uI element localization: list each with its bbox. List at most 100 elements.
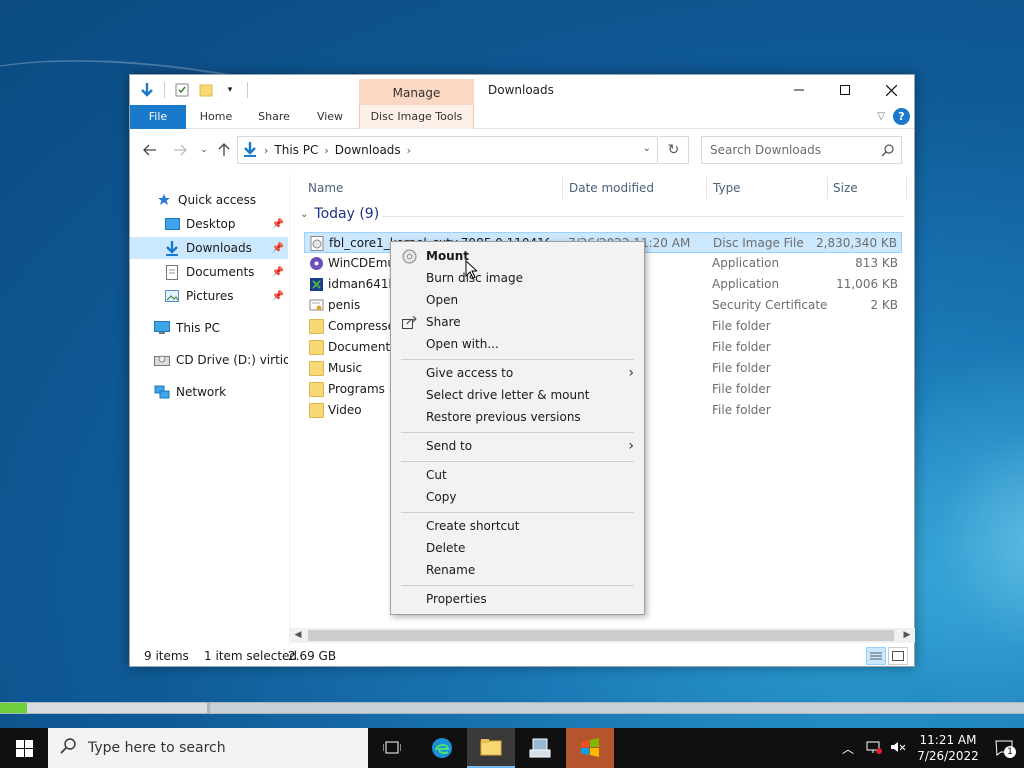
- menu-item-properties[interactable]: Properties: [393, 588, 642, 610]
- desktop-icon: [164, 216, 180, 232]
- menu-item-rename[interactable]: Rename: [393, 559, 642, 581]
- server-manager-icon[interactable]: [516, 728, 564, 768]
- menu-label: Cut: [426, 468, 447, 482]
- customize-qat-icon[interactable]: ▾: [221, 81, 239, 99]
- nav-label: CD Drive (D:) virtio-w: [176, 353, 288, 367]
- tab-share[interactable]: Share: [248, 105, 300, 129]
- edge-browser-icon[interactable]: [418, 728, 466, 768]
- scroll-right-icon[interactable]: ▶: [899, 628, 915, 643]
- down-arrow-icon[interactable]: [138, 81, 156, 99]
- column-type[interactable]: Type: [713, 176, 741, 200]
- menu-item-restore-previous-versions[interactable]: Restore previous versions: [393, 406, 642, 428]
- status-selected: 1 item selected: [204, 649, 298, 663]
- address-bar[interactable]: › This PC › Downloads › ⌄: [237, 136, 658, 164]
- nav-quick-access[interactable]: Quick access: [130, 189, 288, 211]
- file-size: 2,830,340 KB: [816, 236, 897, 250]
- show-hidden-icons-icon[interactable]: ︿: [842, 740, 854, 757]
- pin-icon: 📌: [271, 218, 284, 230]
- nav-pictures[interactable]: Pictures 📌: [130, 285, 288, 307]
- menu-item-create-shortcut[interactable]: Create shortcut: [393, 515, 642, 537]
- scrollbar-thumb[interactable]: [308, 630, 894, 641]
- search-input[interactable]: Search Downloads: [701, 136, 902, 164]
- installer-icon: [309, 277, 324, 292]
- properties-icon[interactable]: [173, 81, 191, 99]
- close-button[interactable]: [868, 75, 914, 105]
- tab-view[interactable]: View: [306, 105, 354, 129]
- taskbar-search-placeholder: Type here to search: [88, 740, 226, 756]
- tab-disc-image-tools[interactable]: Disc Image Tools: [359, 105, 474, 129]
- help-icon[interactable]: ?: [893, 108, 910, 125]
- menu-item-open[interactable]: Open: [393, 289, 642, 311]
- menu-label: Restore previous versions: [426, 410, 581, 424]
- submenu-arrow-icon: ›: [628, 438, 634, 454]
- clock-date: 7/26/2022: [917, 749, 979, 763]
- nav-documents[interactable]: Documents 📌: [130, 261, 288, 283]
- scroll-left-icon[interactable]: ◀: [290, 628, 306, 643]
- forward-button[interactable]: [170, 140, 190, 160]
- start-button[interactable]: [0, 728, 48, 768]
- quick-access-toolbar: ▾: [138, 81, 250, 99]
- task-view-button[interactable]: [368, 728, 416, 768]
- nav-desktop[interactable]: Desktop 📌: [130, 213, 288, 235]
- taskbar-clock[interactable]: 11:21 AM 7/26/2022: [912, 732, 984, 764]
- taskbar: Type here to search ︿ 11:21 AM 7/26/2022…: [0, 728, 1024, 768]
- file-type: Application: [712, 277, 780, 291]
- clock-time: 11:21 AM: [919, 733, 977, 747]
- recent-locations-button[interactable]: ⌄: [194, 140, 214, 160]
- breadcrumb-downloads[interactable]: Downloads: [335, 143, 401, 157]
- new-folder-icon[interactable]: [197, 81, 215, 99]
- menu-label: Open with...: [426, 337, 499, 351]
- tab-manage[interactable]: Manage: [359, 79, 474, 105]
- nav-label: This PC: [176, 321, 220, 335]
- taskbar-search-box[interactable]: Type here to search: [48, 728, 368, 768]
- folder-icon: [309, 382, 324, 397]
- pin-icon: 📌: [271, 242, 284, 254]
- address-dropdown-icon[interactable]: ⌄: [643, 143, 651, 154]
- file-type: Disc Image File: [713, 236, 804, 250]
- menu-item-delete[interactable]: Delete: [393, 537, 642, 559]
- file-explorer-taskbar-icon[interactable]: [467, 728, 515, 768]
- maximize-button[interactable]: [822, 75, 868, 105]
- nav-this-pc[interactable]: This PC: [130, 317, 288, 339]
- refresh-button[interactable]: ↻: [659, 136, 689, 164]
- network-icon: [154, 384, 170, 400]
- nav-downloads[interactable]: Downloads 📌: [130, 237, 288, 259]
- documents-icon: [164, 264, 180, 280]
- column-date-modified[interactable]: Date modified: [569, 176, 654, 200]
- minimize-button[interactable]: [776, 75, 822, 105]
- volume-muted-icon[interactable]: [890, 740, 906, 757]
- back-button[interactable]: [140, 140, 160, 160]
- column-size[interactable]: Size: [833, 176, 858, 200]
- windows-logo-icon: [15, 739, 33, 757]
- column-name[interactable]: Name: [308, 176, 343, 200]
- action-center-icon[interactable]: 1: [984, 740, 1024, 758]
- horizontal-scrollbar[interactable]: ◀ ▶: [290, 628, 915, 643]
- menu-item-cut[interactable]: Cut: [393, 464, 642, 486]
- group-header-today[interactable]: ⌄ Today (9): [300, 206, 379, 222]
- menu-item-burn-disc-image[interactable]: Burn disc image: [393, 267, 642, 289]
- file-type: File folder: [712, 361, 771, 375]
- notification-badge: 1: [1004, 746, 1016, 758]
- menu-label: Open: [426, 293, 459, 307]
- menu-item-send-to[interactable]: Send to ›: [393, 435, 642, 457]
- up-button[interactable]: [214, 140, 234, 160]
- menu-item-mount[interactable]: Mount: [393, 245, 642, 267]
- menu-item-open-with[interactable]: Open with...: [393, 333, 642, 355]
- status-bar: 9 items 1 item selected 2.69 GB: [130, 645, 914, 667]
- tab-home[interactable]: Home: [191, 105, 241, 129]
- large-icons-view-icon[interactable]: [888, 647, 908, 665]
- menu-item-copy[interactable]: Copy: [393, 486, 642, 508]
- progress-strip: [0, 702, 1024, 714]
- details-view-icon[interactable]: [866, 647, 886, 665]
- expand-ribbon-icon[interactable]: ▽: [877, 111, 885, 122]
- nav-cd-drive[interactable]: CD Drive (D:) virtio-w: [130, 349, 288, 371]
- windows-flag-app-icon[interactable]: [566, 728, 614, 768]
- tab-file[interactable]: File: [130, 105, 186, 129]
- menu-item-share[interactable]: Share: [393, 311, 642, 333]
- breadcrumb-this-pc[interactable]: This PC: [274, 143, 318, 157]
- network-status-icon[interactable]: [866, 740, 882, 757]
- menu-item-give-access-to[interactable]: Give access to ›: [393, 362, 642, 384]
- nav-network[interactable]: Network: [130, 381, 288, 403]
- menu-item-select-drive-letter[interactable]: Select drive letter & mount: [393, 384, 642, 406]
- navigation-bar: ⌄ › This PC › Downloads › ⌄ ↻ Search Dow…: [130, 133, 914, 167]
